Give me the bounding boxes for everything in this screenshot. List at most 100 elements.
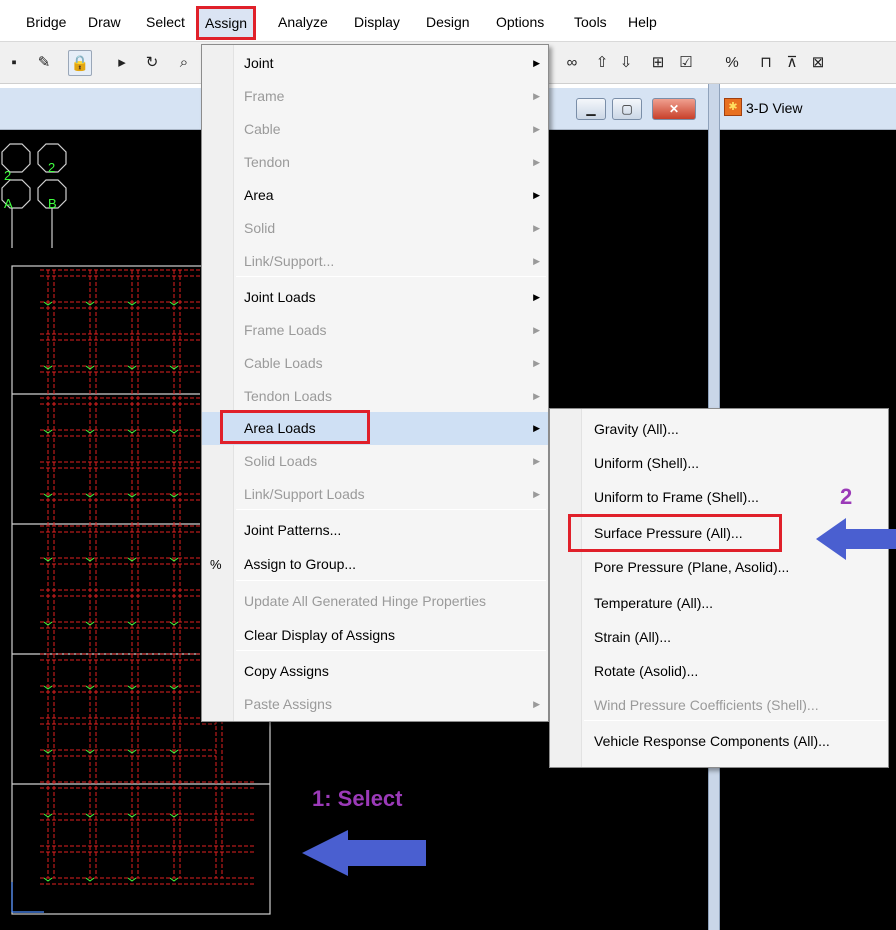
grid-bubble-2b: 2	[48, 160, 55, 175]
group-icon: %	[210, 557, 222, 572]
assign-menu-item: Cable Loads ▶	[202, 347, 548, 380]
bracing-icon[interactable]: ⊠	[806, 50, 830, 76]
grid-bubble-a: A	[4, 196, 13, 211]
area-loads-menu-item[interactable]: Gravity (All)...	[550, 413, 888, 446]
zoom-icon[interactable]: ⌕	[172, 50, 196, 76]
menu-bar: Bridge Draw Select Assign Analyze Displa…	[0, 0, 896, 42]
assign-menu-item: Link/Support Loads ▶	[202, 478, 548, 511]
pencil-icon[interactable]: ✎	[32, 50, 56, 76]
area-loads-menu-item-label: Wind Pressure Coefficients (Shell)...	[594, 697, 819, 713]
submenu-arrow-icon: ▶	[533, 391, 540, 401]
down-arrow-icon[interactable]: ⇩	[614, 50, 638, 76]
lock-icon[interactable]: 🔒	[68, 50, 92, 76]
area-loads-menu-item-label: Uniform to Frame (Shell)...	[594, 489, 759, 505]
close-button[interactable]: ✕	[652, 98, 696, 120]
area-loads-menu-item-label: Pore Pressure (Plane, Asolid)...	[594, 559, 790, 575]
area-loads-menu-item[interactable]: Uniform to Frame (Shell)...	[550, 481, 888, 514]
assign-menu-item-label: Cable	[244, 121, 281, 137]
menu-bridge[interactable]: Bridge	[24, 10, 68, 34]
percent-icon[interactable]: %	[720, 50, 744, 76]
assign-menu-item[interactable]: Joint Loads ▶	[202, 281, 548, 314]
menu-separator	[236, 276, 546, 277]
menu-analyze[interactable]: Analyze	[276, 10, 330, 34]
submenu-arrow-icon: ▶	[533, 456, 540, 466]
truss-icon[interactable]: ⊼	[780, 50, 804, 76]
assign-menu-item[interactable]: Joint Patterns...	[202, 514, 548, 547]
checkbox-icon[interactable]: ☑	[674, 50, 698, 76]
3d-view-title: 3-D View	[746, 100, 803, 116]
assign-menu-item-label: Frame Loads	[244, 322, 327, 338]
assign-menu-item[interactable]: Assign to Group...%	[202, 548, 548, 581]
assign-menu-item-label: Frame	[244, 88, 285, 104]
assign-menu-item: Paste Assigns ▶	[202, 688, 548, 721]
area-loads-menu-item-label: Strain (All)...	[594, 629, 672, 645]
menu-separator	[236, 650, 546, 651]
submenu-arrow-icon: ▶	[533, 489, 540, 499]
area-loads-menu-item-label: Temperature (All)...	[594, 595, 714, 611]
assign-menu-item-label: Update All Generated Hinge Properties	[244, 593, 487, 609]
assign-menu-item-label: Copy Assigns	[244, 663, 329, 679]
up-arrow-icon[interactable]: ⇧	[590, 50, 614, 76]
area-loads-menu-item[interactable]: Temperature (All)...	[550, 587, 888, 620]
assign-menu-item: Tendon ▶	[202, 146, 548, 179]
assign-menu-item-label: Solid	[244, 220, 276, 236]
assign-menu-item[interactable]: Copy Assigns	[202, 655, 548, 688]
assign-menu-item: Solid Loads ▶	[202, 445, 548, 478]
toolbar-grip-icon: ▪	[11, 54, 17, 71]
area-loads-menu-item[interactable]: Strain (All)...	[550, 621, 888, 654]
assign-menu: Joint ▶ Frame ▶ Cable ▶ Tendon ▶ Area ▶ Solid ▶ Link…	[201, 44, 549, 722]
menu-separator	[236, 580, 546, 581]
assign-menu-item: Frame Loads ▶	[202, 314, 548, 347]
area-loads-menu-item[interactable]: Rotate (Asolid)...	[550, 655, 888, 688]
grid-bubble-b: B	[48, 196, 57, 211]
step-2-arrow-icon	[816, 518, 896, 560]
assign-menu-item: Solid ▶	[202, 212, 548, 245]
grid-bubble-2a: 2	[4, 168, 11, 183]
menu-options[interactable]: Options	[494, 10, 546, 34]
3d-view-icon: ✱	[724, 98, 742, 116]
assign-menu-item: Link/Support... ▶	[202, 245, 548, 278]
assign-menu-item-label: Link/Support Loads	[244, 486, 365, 502]
assign-menu-item-label: Link/Support...	[244, 253, 335, 269]
frame-icon[interactable]: ⊓	[754, 50, 778, 76]
area-loads-menu-item: Wind Pressure Coefficients (Shell)...	[550, 689, 888, 722]
play-icon[interactable]: ▸	[110, 50, 134, 76]
menu-design[interactable]: Design	[424, 10, 472, 34]
assign-menu-item-label: Paste Assigns	[244, 696, 332, 712]
submenu-arrow-icon: ▶	[533, 190, 540, 200]
menu-draw[interactable]: Draw	[86, 10, 123, 34]
menu-select[interactable]: Select	[144, 10, 187, 34]
step-2-label: 2	[840, 484, 853, 509]
menu-separator	[584, 720, 886, 721]
glasses-icon[interactable]: ∞	[560, 50, 584, 76]
assign-menu-item[interactable]: Joint ▶	[202, 47, 548, 80]
submenu-arrow-icon: ▶	[533, 325, 540, 335]
submenu-arrow-icon: ▶	[533, 223, 540, 233]
area-loads-menu-item-label: Uniform (Shell)...	[594, 455, 700, 471]
assign-menu-item[interactable]: Clear Display of Assigns	[202, 619, 548, 652]
surface-pressure-highlight	[568, 514, 782, 552]
menu-assign[interactable]: Assign	[196, 6, 257, 40]
assign-menu-item-label: Solid Loads	[244, 453, 318, 469]
area-loads-menu-item[interactable]: Vehicle Response Components (All)...	[550, 725, 888, 758]
submenu-arrow-icon: ▶	[533, 699, 540, 709]
step-1-arrow-icon	[302, 830, 426, 876]
assign-menu-item-label: Joint	[244, 55, 274, 71]
assign-menu-item-label: Tendon Loads	[244, 388, 332, 404]
select-grid-icon[interactable]: ⊞	[646, 50, 670, 76]
step-1-label: 1: Select	[312, 786, 403, 811]
assign-menu-item: Tendon Loads ▶	[202, 380, 548, 413]
menu-tools[interactable]: Tools	[572, 10, 609, 34]
menu-display[interactable]: Display	[352, 10, 402, 34]
assign-menu-item-label: Joint Loads	[244, 289, 316, 305]
area-loads-menu-item-label: Rotate (Asolid)...	[594, 663, 699, 679]
minimize-button[interactable]: ▁	[576, 98, 606, 120]
area-loads-menu-item-label: Gravity (All)...	[594, 421, 679, 437]
maximize-button[interactable]: ▢	[612, 98, 642, 120]
menu-help[interactable]: Help	[626, 10, 659, 34]
assign-menu-item[interactable]: Area ▶	[202, 179, 548, 212]
rotate-icon[interactable]: ↻	[140, 50, 164, 76]
submenu-arrow-icon: ▶	[533, 423, 540, 433]
assign-menu-item: Update All Generated Hinge Properties	[202, 585, 548, 618]
area-loads-menu-item[interactable]: Uniform (Shell)...	[550, 447, 888, 480]
